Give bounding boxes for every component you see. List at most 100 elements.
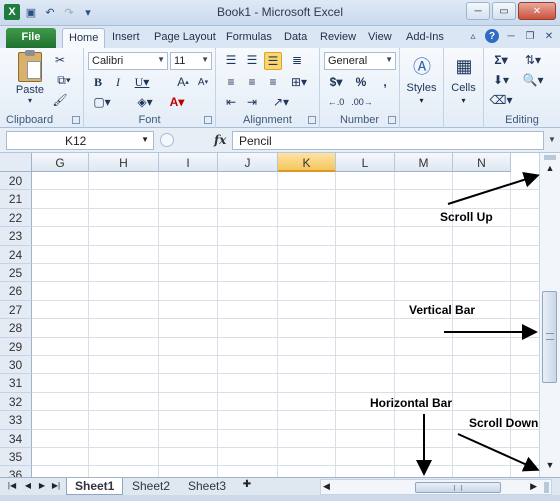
column-header-n[interactable]: N <box>453 153 511 172</box>
vertical-scrollbar[interactable]: ▲ ▼ <box>539 153 560 477</box>
sheet-tab-sheet1[interactable]: Sheet1 <box>66 478 124 495</box>
clipboard-launcher-icon[interactable] <box>72 116 80 124</box>
align-bottom-icon[interactable]: ☰ <box>264 52 282 70</box>
column-header-h[interactable]: H <box>89 153 159 172</box>
cells-icon[interactable]: ▦ <box>452 54 476 78</box>
tab-data[interactable]: Data <box>278 28 313 48</box>
sort-filter-icon[interactable]: ⇅▾ <box>520 52 546 68</box>
row-header-22[interactable]: 22 <box>0 208 32 228</box>
horizontal-split-handle[interactable] <box>544 482 549 493</box>
number-format-combo[interactable]: General ▼ <box>324 52 396 70</box>
tab-view[interactable]: View <box>362 28 398 48</box>
ribbon-minimize-icon[interactable]: ▵ <box>466 29 480 43</box>
column-header-g[interactable]: G <box>32 153 89 172</box>
last-sheet-icon[interactable]: ▶| <box>50 481 62 493</box>
column-header-i[interactable]: I <box>159 153 218 172</box>
tab-home[interactable]: Home <box>62 28 106 48</box>
scroll-down-arrow-icon[interactable]: ▼ <box>543 460 557 474</box>
doc-restore-icon[interactable]: ❐ <box>523 29 537 43</box>
horizontal-scrollbar[interactable]: ◀ ▶ <box>320 479 552 495</box>
row-header-31[interactable]: 31 <box>0 374 32 393</box>
scroll-right-arrow-icon[interactable]: ▶ <box>530 481 537 492</box>
decrease-decimal-icon[interactable]: .00→ <box>351 94 373 110</box>
merge-center-icon[interactable]: ⊞▾ <box>286 74 312 90</box>
sheet-tab-sheet3[interactable]: Sheet3 <box>180 478 234 495</box>
tab-add-ins[interactable]: Add-Ins <box>400 28 450 48</box>
tab-file[interactable]: File <box>6 28 56 48</box>
vertical-split-handle[interactable] <box>544 155 556 160</box>
tab-insert[interactable]: Insert <box>106 28 146 48</box>
select-all-button[interactable] <box>0 153 32 172</box>
row-header-36[interactable]: 36 <box>0 466 32 477</box>
cut-icon[interactable]: ✂ <box>52 52 68 68</box>
align-middle-icon[interactable]: ☰ <box>243 52 261 68</box>
autosum-icon[interactable]: Σ▾ <box>490 52 512 68</box>
help-icon[interactable]: ? <box>485 29 499 43</box>
vertical-scroll-thumb[interactable] <box>542 291 557 383</box>
number-launcher-icon[interactable] <box>388 116 396 124</box>
comma-button[interactable]: , <box>378 74 392 90</box>
orientation-icon[interactable]: ↗▾ <box>268 94 294 110</box>
sheet-tab-sheet2[interactable]: Sheet2 <box>124 478 178 495</box>
doc-minimize-icon[interactable]: ─ <box>504 29 518 43</box>
format-painter-icon[interactable]: 🖌 <box>52 92 68 108</box>
first-sheet-icon[interactable]: |◀ <box>6 481 18 493</box>
grow-font-icon[interactable]: A ▴ <box>174 74 192 90</box>
row-header-28[interactable]: 28 <box>0 319 32 338</box>
row-header-23[interactable]: 23 <box>0 227 32 246</box>
column-header-m[interactable]: M <box>395 153 453 172</box>
close-button[interactable]: ✕ <box>518 2 556 20</box>
alignment-launcher-icon[interactable] <box>308 116 316 124</box>
row-header-33[interactable]: 33 <box>0 411 32 430</box>
insert-sheet-icon[interactable]: ✚ <box>238 479 256 494</box>
name-box[interactable]: K12 ▼ <box>6 131 154 150</box>
currency-button[interactable]: $ ▾ <box>326 74 346 90</box>
column-header-l[interactable]: L <box>336 153 395 172</box>
font-size-combo[interactable]: 11 ▼ <box>170 52 212 70</box>
column-header-k[interactable]: K <box>278 153 336 172</box>
borders-icon[interactable]: ▢▾ <box>90 94 114 110</box>
row-header-30[interactable]: 30 <box>0 356 32 375</box>
prev-sheet-icon[interactable]: ◀ <box>22 481 34 493</box>
row-header-26[interactable]: 26 <box>0 282 32 301</box>
tab-page-layout[interactable]: Page Layout <box>148 28 222 48</box>
row-header-29[interactable]: 29 <box>0 337 32 356</box>
align-top-icon[interactable]: ☰ <box>222 52 240 68</box>
row-header-35[interactable]: 35 <box>0 448 32 467</box>
formula-bar-handle[interactable] <box>160 133 174 147</box>
align-center-icon[interactable]: ≡ <box>243 74 261 90</box>
wrap-text-icon[interactable]: ≣ <box>286 52 308 68</box>
row-header-32[interactable]: 32 <box>0 392 32 412</box>
row-header-20[interactable]: 20 <box>0 172 32 191</box>
minimize-button[interactable]: ─ <box>466 2 490 20</box>
underline-button[interactable]: U▾ <box>130 74 154 90</box>
shrink-font-icon[interactable]: A ▾ <box>194 74 212 90</box>
row-header-34[interactable]: 34 <box>0 429 32 448</box>
fill-icon[interactable]: ⬇▾ <box>490 72 512 88</box>
align-right-icon[interactable]: ≡ <box>264 74 282 90</box>
align-left-icon[interactable]: ≡ <box>222 74 240 90</box>
formula-input[interactable]: Pencil <box>232 131 544 150</box>
decrease-indent-icon[interactable]: ⇤ <box>222 94 240 110</box>
bold-button[interactable]: B <box>90 74 106 90</box>
scroll-left-arrow-icon[interactable]: ◀ <box>323 481 330 492</box>
column-header-j[interactable]: J <box>218 153 278 172</box>
find-select-icon[interactable]: 🔍▾ <box>520 72 546 88</box>
clear-icon[interactable]: ⌫▾ <box>490 92 513 108</box>
insert-function-button[interactable]: fx <box>214 133 226 147</box>
row-header-21[interactable]: 21 <box>0 190 32 209</box>
copy-icon[interactable]: ⧉▾ <box>52 72 76 88</box>
next-sheet-icon[interactable]: ▶ <box>36 481 48 493</box>
scroll-up-arrow-icon[interactable]: ▲ <box>543 163 557 177</box>
font-color-icon[interactable]: A▾ <box>164 94 190 110</box>
percent-button[interactable]: % <box>354 74 368 90</box>
doc-close-icon[interactable]: ✕ <box>542 29 556 43</box>
row-header-25[interactable]: 25 <box>0 264 32 283</box>
row-header-24[interactable]: 24 <box>0 245 32 264</box>
tab-formulas[interactable]: Formulas <box>220 28 278 48</box>
horizontal-scroll-thumb[interactable] <box>415 482 501 493</box>
row-header-27[interactable]: 27 <box>0 300 32 320</box>
styles-group[interactable]: Ⓐ Styles ▾ <box>400 48 444 128</box>
paste-button[interactable]: Paste ▾ <box>10 50 50 105</box>
expand-formula-bar-icon[interactable]: ▼ <box>546 131 558 150</box>
